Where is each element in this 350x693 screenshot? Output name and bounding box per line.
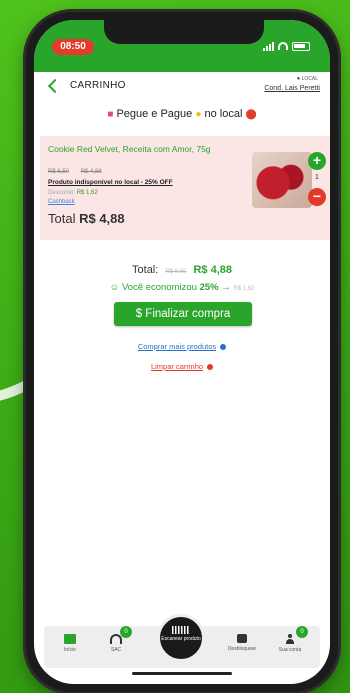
info-icon: [220, 344, 227, 351]
savings-text: Você economizou: [121, 282, 197, 293]
item-old-price: R$ 6,50: [48, 169, 70, 175]
item-total-label: Total: [48, 211, 76, 226]
sac-badge: 0: [120, 626, 132, 638]
smile-icon: ●: [195, 109, 202, 120]
status-icons: [263, 40, 310, 52]
item-price-row: R$ 6,50 R$ 4,88: [48, 169, 102, 175]
discount-value: R$ 1,62: [76, 190, 98, 196]
nav-unlock-label: Desbloquear: [227, 646, 257, 652]
banner-text: Pegue e Pague: [116, 108, 193, 120]
decrease-quantity-button[interactable]: −: [308, 188, 326, 206]
shopping-bag-icon: ■: [107, 109, 114, 120]
phone-notch: [104, 20, 264, 44]
wifi-icon: [278, 42, 288, 50]
nav-home-label: Início: [64, 647, 76, 653]
barcode-icon: [172, 626, 190, 634]
app-screen: 08:50 CARRINHO ● LOCAL Cond. Lais Perett…: [34, 20, 330, 684]
cart-total: Total: R$ 6,50 R$ 4,88: [34, 264, 330, 276]
nav-account-label: Sua conta: [278, 647, 302, 653]
buy-more-text[interactable]: Comprar mais produtos: [138, 342, 216, 351]
status-time: 08:50: [52, 39, 94, 55]
nav-sac[interactable]: 0 SAC: [96, 626, 136, 653]
page-title: CARRINHO: [70, 80, 126, 91]
item-total: Total R$ 4,88: [48, 211, 125, 226]
warning-icon: [207, 364, 214, 371]
user-icon: [285, 634, 295, 644]
lock-icon: [237, 634, 247, 643]
cart-item: Cookie Red Velvet, Receita com Amor, 75g…: [40, 136, 330, 240]
buy-more-link[interactable]: Comprar mais produtos: [34, 342, 330, 351]
clear-cart-text[interactable]: Limpar carrinho: [151, 362, 203, 371]
nav-home[interactable]: Início: [50, 634, 90, 653]
savings-faint: R$ 1,62: [233, 286, 255, 292]
product-image: [252, 152, 312, 208]
header-bar: CARRINHO ● LOCAL Cond. Lais Peretti: [34, 72, 330, 102]
savings-line: ☺ Você economizou 25% → R$ 1,62: [34, 282, 330, 293]
pick-and-pay-banner: ■ Pegue e Pague ● no local ⬤: [34, 108, 330, 120]
item-price: R$ 4,88: [80, 169, 102, 175]
status-bar: 08:50: [34, 20, 330, 72]
item-total-value: R$ 4,88: [79, 211, 125, 226]
cart-total-old: R$ 6,50: [165, 269, 187, 275]
savings-icon: ☺: [109, 282, 120, 293]
item-name: Cookie Red Velvet, Receita com Amor, 75g: [48, 144, 211, 154]
battery-icon: [292, 41, 310, 51]
home-icon: [64, 634, 76, 644]
scan-label: Escanear produto: [161, 636, 201, 642]
cart-total-value: R$ 4,88: [193, 264, 232, 276]
bottom-nav: Início 0 SAC Escanear produto Desbloquea…: [44, 614, 320, 668]
item-quantity: 1: [315, 174, 319, 181]
cashback-link[interactable]: Cashback: [48, 199, 75, 205]
cart-total-label: Total:: [132, 264, 159, 276]
increase-quantity-button[interactable]: +: [308, 152, 326, 170]
phone-frame: 08:50 CARRINHO ● LOCAL Cond. Lais Perett…: [26, 12, 338, 692]
account-badge: 0: [296, 626, 308, 638]
clear-cart-link[interactable]: Limpar carrinho: [34, 362, 330, 371]
back-arrow-icon[interactable]: [47, 78, 63, 94]
finish-purchase-button[interactable]: $ Finalizar compra: [114, 302, 252, 326]
discount-label: Desconto:: [48, 190, 76, 196]
item-unavailable-note: Produto indisponível no local - 25% OFF: [48, 179, 173, 186]
location-pin-icon: ●: [296, 76, 301, 82]
nav-account[interactable]: 0 Sua conta: [270, 626, 310, 653]
signal-icon: [263, 41, 274, 51]
nav-sac-label: SAC: [110, 647, 122, 653]
banner-suffix: no local: [204, 108, 243, 120]
location-label: ● LOCAL: [297, 76, 318, 82]
location-label-text: LOCAL: [301, 76, 318, 82]
nav-unlock[interactable]: Desbloquear: [222, 634, 262, 652]
item-discount: Desconto: R$ 1,62: [48, 190, 98, 196]
location-value[interactable]: Cond. Lais Peretti: [264, 85, 320, 92]
savings-arrow: →: [221, 282, 231, 293]
savings-pct: 25%: [199, 282, 219, 293]
pin-icon: ⬤: [245, 109, 257, 120]
scan-product-button[interactable]: Escanear produto: [157, 614, 205, 662]
home-indicator: [132, 672, 232, 675]
